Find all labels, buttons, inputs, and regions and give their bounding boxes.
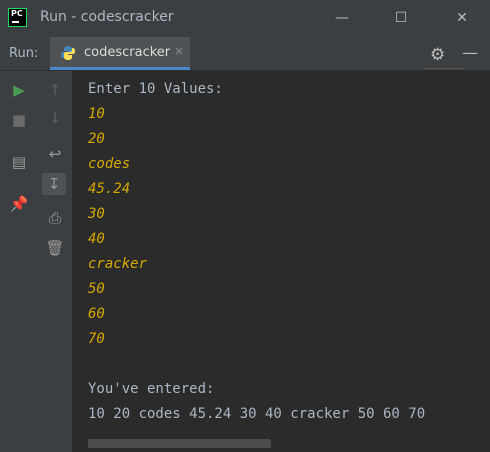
minimize-icon[interactable]: —	[330, 6, 354, 30]
maximize-icon[interactable]: ☐	[389, 6, 413, 30]
run-controls-sidebar: ▶ ■ ▤ 📌	[0, 71, 39, 452]
print-icon[interactable]: ⎙	[43, 207, 67, 229]
pycharm-logo-icon: PC	[8, 8, 27, 27]
console-input-line: 40	[88, 231, 105, 247]
horizontal-scrollbar[interactable]	[88, 439, 271, 448]
run-icon[interactable]: ▶	[7, 79, 31, 101]
console-output-line: 10 20 codes 45.24 30 40 cracker 50 60 70	[88, 406, 426, 422]
scroll-hint	[424, 68, 464, 73]
trash-icon[interactable]: 🗑	[43, 237, 67, 259]
minus-icon[interactable]: —	[462, 44, 478, 62]
gear-icon[interactable]: ⚙	[430, 45, 445, 65]
console-input-line: 70	[88, 331, 105, 347]
pin-icon[interactable]: 📌	[7, 193, 31, 215]
down-arrow-icon[interactable]: ↓	[43, 107, 67, 129]
console-tools-sidebar: ↑ ↓ ↩ ↧ ⎙ 🗑	[38, 71, 72, 452]
console-input-line: 45.24	[88, 181, 131, 197]
console-input-line: 10	[88, 106, 105, 122]
console-lines: Enter 10 Values: 10 20 codes 45.24 30 40 cracke…	[88, 77, 425, 427]
console-output[interactable]: Enter 10 Values: 10 20 codes 45.24 30 40 cracke…	[72, 68, 490, 452]
stop-icon[interactable]: ■	[7, 109, 31, 131]
console-input-line: 20	[88, 131, 105, 147]
run-label: Run:	[9, 46, 39, 61]
tab-close-icon[interactable]: ×	[174, 44, 184, 58]
console-input-line: codes	[88, 156, 131, 172]
console-input-line: 60	[88, 306, 105, 322]
scroll-to-end-icon[interactable]: ↧	[42, 173, 66, 195]
tab-label: codescracker	[84, 45, 171, 60]
console-output-line: Enter 10 Values:	[88, 81, 223, 97]
window-title: Run - codescracker	[40, 9, 174, 25]
tab-codescracker[interactable]: codescracker ×	[50, 37, 190, 70]
up-arrow-icon[interactable]: ↑	[43, 79, 67, 101]
layout-icon[interactable]: ▤	[7, 151, 31, 173]
soft-wrap-icon[interactable]: ↩	[43, 143, 67, 165]
console-input-line: 30	[88, 206, 105, 222]
title-bar: PC Run - codescracker — ☐ ✕	[0, 0, 490, 37]
console-output-line: You've entered:	[88, 381, 215, 397]
run-toolbar: Run: codescracker × ⚙ —	[0, 37, 490, 71]
python-icon	[61, 46, 75, 60]
console-input-line: 50	[88, 281, 105, 297]
console-input-line: cracker	[88, 256, 148, 272]
close-icon[interactable]: ✕	[450, 6, 474, 30]
